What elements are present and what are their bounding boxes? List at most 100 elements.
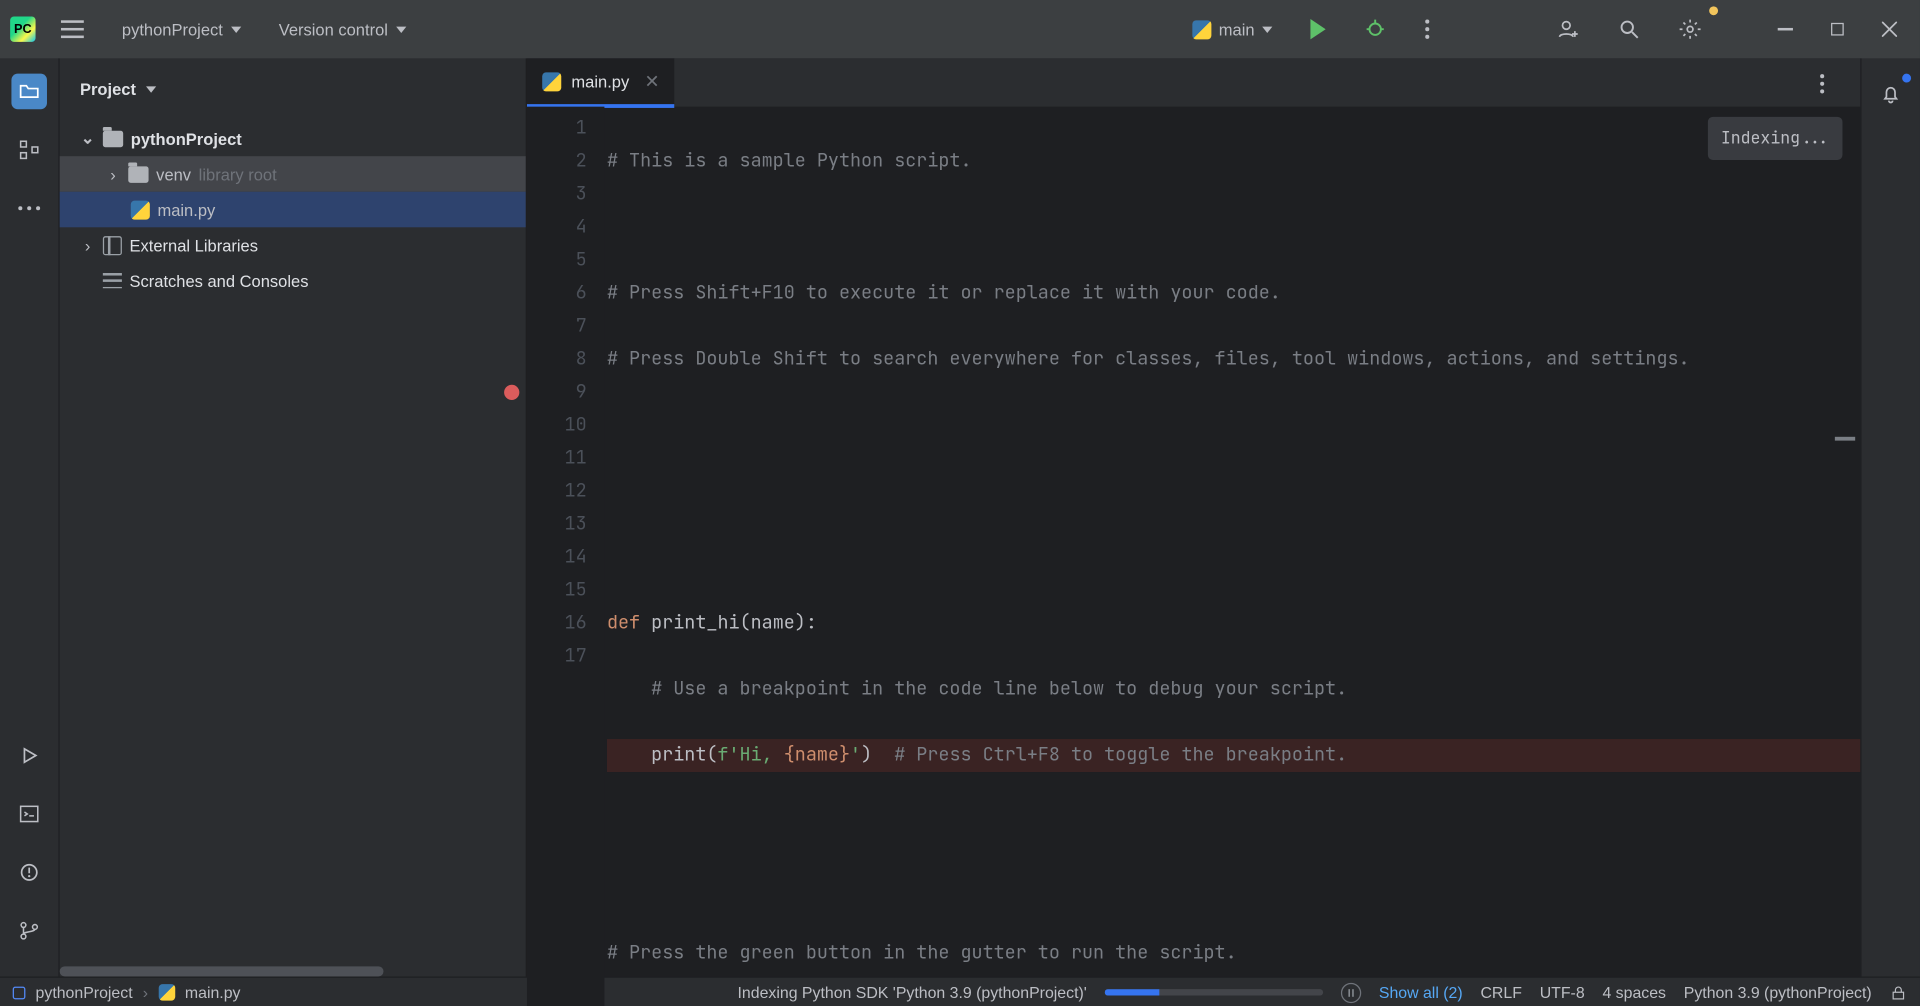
title-bar: PC pythonProject Version control main: [0, 0, 1920, 58]
services-tool-button[interactable]: [11, 738, 47, 774]
line-number: 10: [527, 409, 587, 442]
main-menu-button[interactable]: [48, 10, 96, 48]
branch-icon: [18, 919, 41, 942]
chevron-down-icon: [396, 26, 406, 32]
more-tool-button[interactable]: [11, 190, 47, 226]
problems-tool-button[interactable]: [11, 855, 47, 891]
tab-actions-button[interactable]: [1799, 61, 1845, 107]
notifications-button[interactable]: [1873, 76, 1909, 112]
line-number: 5: [527, 244, 587, 277]
breadcrumb[interactable]: pythonProject › main.py: [13, 983, 241, 1001]
settings-button[interactable]: [1666, 10, 1714, 48]
pycharm-logo-icon: PC: [10, 17, 35, 42]
line-number: 13: [527, 508, 587, 541]
tree-external-label: External Libraries: [130, 236, 258, 255]
folder-icon: [103, 130, 123, 147]
tree-external-libraries[interactable]: › External Libraries: [60, 227, 526, 263]
kebab-icon: [1425, 19, 1430, 39]
code-comment: # Press Ctrl+F8 to toggle the breakpoint…: [894, 743, 1347, 767]
tree-venv-hint: library root: [199, 164, 277, 183]
line-number: 8: [527, 343, 587, 376]
code-comment: # This is a sample Python script.: [607, 149, 972, 173]
line-number: 6: [527, 277, 587, 310]
ellipsis-icon: [18, 206, 41, 211]
editor-code[interactable]: # This is a sample Python script. # Pres…: [604, 107, 1860, 1006]
more-actions-button[interactable]: [1412, 10, 1442, 48]
account-button[interactable]: [1544, 10, 1592, 48]
play-icon: [1310, 19, 1325, 39]
tree-scratches-label: Scratches and Consoles: [130, 271, 309, 290]
crumb-file: main.py: [185, 983, 241, 1001]
window-restore[interactable]: [1818, 10, 1856, 48]
git-tool-button[interactable]: [11, 913, 47, 949]
tree-root-label: pythonProject: [131, 129, 242, 148]
line-number: 1: [527, 112, 587, 145]
tree-venv-label: venv: [156, 164, 191, 183]
person-add-icon: [1557, 18, 1580, 41]
services-icon: [18, 744, 41, 767]
vcs-dropdown[interactable]: Version control: [266, 10, 418, 48]
run-config-label: main: [1219, 20, 1255, 39]
python-file-icon: [131, 200, 150, 219]
code-string: ': [850, 743, 861, 767]
project-pane-title: Project: [80, 80, 136, 99]
window-minimize[interactable]: [1765, 10, 1806, 48]
tree-venv[interactable]: › venv library root: [60, 156, 526, 192]
line-number: 4: [527, 211, 587, 244]
editor-body[interactable]: 1 2 3 4 5 6 7 8 9 10 11 12 13 14 15 16 1…: [527, 107, 1860, 1006]
left-tool-rail: [0, 58, 60, 976]
horizontal-scrollbar[interactable]: [60, 966, 384, 976]
python-file-icon: [158, 984, 175, 1001]
minimap-marker: [1835, 437, 1855, 441]
project-tool-button[interactable]: [11, 74, 47, 110]
right-tool-rail: [1860, 58, 1920, 976]
run-button[interactable]: [1298, 10, 1339, 48]
search-button[interactable]: [1605, 10, 1653, 48]
editor-area: main.py ✕ 1 2 3 4 5 6 7 8 9 10 11: [527, 58, 1860, 976]
read-lock-icon[interactable]: [1889, 983, 1907, 1001]
indexing-badge: Indexing...: [1708, 117, 1842, 160]
project-pane-header[interactable]: Project: [60, 58, 526, 120]
scratches-icon: [103, 273, 122, 288]
debug-button[interactable]: [1351, 10, 1399, 48]
editor-tab-label: main.py: [571, 72, 629, 91]
line-number: 11: [527, 442, 587, 475]
code-identifier: print_hi(name):: [651, 611, 817, 635]
project-chip-icon: [13, 986, 26, 999]
chevron-right-icon: ›: [143, 983, 148, 1001]
project-tree: ⌄ pythonProject › venv library root main…: [60, 121, 526, 977]
code-text: ): [861, 743, 894, 767]
python-file-icon: [542, 72, 561, 91]
project-dropdown[interactable]: pythonProject: [109, 10, 253, 48]
terminal-icon: [18, 803, 41, 826]
line-number: 15: [527, 574, 587, 607]
code-fexpr: {name}: [784, 743, 850, 767]
terminal-tool-button[interactable]: [11, 796, 47, 832]
structure-tool-button[interactable]: [11, 132, 47, 168]
line-number: 12: [527, 475, 587, 508]
code-comment: # Press Shift+F10 to execute it or repla…: [607, 281, 1281, 305]
editor-tab-main[interactable]: main.py ✕: [527, 58, 675, 108]
library-icon: [103, 236, 122, 255]
tree-scratches[interactable]: Scratches and Consoles: [60, 263, 526, 299]
editor-tabs: main.py ✕: [527, 58, 1860, 106]
code-keyword: def: [607, 611, 651, 635]
breakpoint-line-number[interactable]: 9: [527, 376, 587, 409]
kebab-icon: [1820, 74, 1825, 94]
python-file-icon: [1192, 20, 1211, 39]
run-config-dropdown[interactable]: main: [1179, 10, 1285, 48]
editor-gutter[interactable]: 1 2 3 4 5 6 7 8 9 10 11 12 13 14 15 16 1…: [527, 107, 604, 1006]
hamburger-icon: [61, 20, 84, 38]
bell-icon: [1879, 83, 1902, 106]
tree-root[interactable]: ⌄ pythonProject: [60, 121, 526, 157]
line-number: 14: [527, 541, 587, 574]
window-close[interactable]: [1869, 10, 1910, 48]
code-comment: # Press the green button in the gutter t…: [607, 941, 1237, 965]
gear-icon: [1679, 18, 1702, 41]
close-tab-icon[interactable]: ✕: [644, 70, 659, 92]
chevron-down-icon: [1262, 26, 1272, 32]
line-number: 17: [527, 640, 587, 673]
tree-file-main[interactable]: main.py: [60, 192, 526, 228]
line-number: 2: [527, 145, 587, 178]
structure-icon: [18, 138, 41, 161]
